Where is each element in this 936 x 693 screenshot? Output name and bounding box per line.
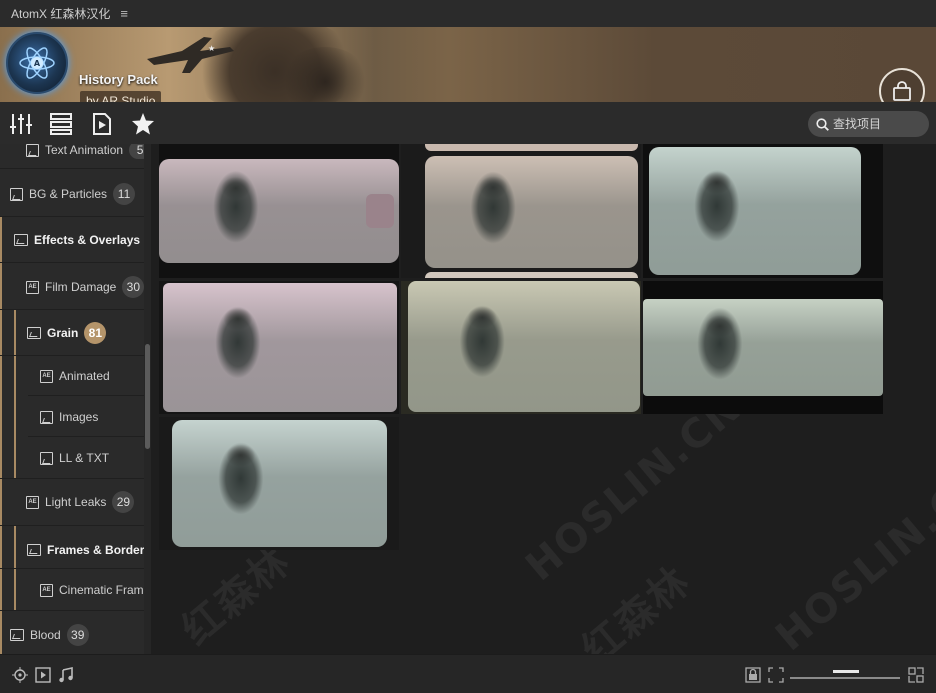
count-badge: 39: [66, 624, 89, 646]
pack-banner: ★ A History Pack by AR Studio: [0, 27, 936, 102]
folder-icon: [10, 187, 23, 201]
search-input[interactable]: [833, 117, 929, 131]
sidebar-item-cinematic-frames[interactable]: AE Cinematic Frames: [40, 578, 151, 602]
thumbnail-size-slider[interactable]: [790, 677, 900, 679]
asset-thumbnail[interactable]: [159, 417, 399, 550]
thumbnail-image: [649, 147, 861, 275]
sidebar-item-film-damage[interactable]: AE Film Damage 30: [26, 275, 145, 299]
count-badge: 30: [122, 276, 145, 298]
asset-grid: HOSLIN.CN HOSLIN.CN 红森林 红森林: [151, 144, 936, 654]
folder-icon: [26, 144, 39, 157]
divider: [0, 610, 145, 611]
thumbnail-image: [159, 159, 399, 263]
search-icon: [816, 117, 829, 131]
asset-thumbnail[interactable]: [643, 144, 883, 278]
thumbnail-image: [163, 283, 397, 412]
film-frame-edge: [425, 272, 638, 278]
divider: [0, 309, 145, 310]
star-icon[interactable]: [130, 111, 156, 137]
thumbnail-image: [643, 299, 883, 396]
count-badge: 11: [113, 183, 136, 205]
app-title: AtomX 红森林汉化: [11, 7, 111, 21]
hamburger-icon[interactable]: ≡: [120, 6, 128, 21]
atom-icon: A: [19, 47, 55, 79]
divider: [0, 168, 145, 169]
divider: [0, 568, 145, 569]
ae-file-icon: AE: [26, 495, 39, 509]
sidebar-item-animated[interactable]: AE Animated: [40, 364, 110, 388]
image-file-icon: [40, 410, 53, 424]
sidebar-item-images[interactable]: Images: [40, 405, 98, 429]
folder-open-icon: [14, 234, 28, 246]
divider: [28, 395, 145, 396]
divider: [0, 478, 145, 479]
thumbnail-image: [408, 281, 640, 412]
sidebar-item-bg-particles[interactable]: BG & Particles 11: [10, 182, 136, 206]
folder-open-icon: [27, 544, 41, 556]
tree-accent-line: [0, 216, 2, 654]
title-bar: AtomX 红森林汉化 ≡: [0, 0, 936, 27]
asset-thumbnail[interactable]: [401, 144, 641, 278]
atomx-logo: A: [6, 32, 68, 94]
asset-thumbnail[interactable]: [401, 281, 641, 414]
svg-text:★: ★: [208, 44, 215, 53]
divider: [0, 355, 145, 356]
divider: [0, 262, 145, 263]
sidebar-item-effects-overlays[interactable]: Effects & Overlays: [14, 228, 151, 252]
airplane-icon: ★: [147, 37, 234, 73]
watermark: HOSLIN.CN: [767, 453, 936, 654]
ae-file-icon: AE: [40, 583, 53, 597]
asset-thumbnail[interactable]: [643, 281, 883, 414]
tree-accent-line: [14, 310, 16, 478]
count-badge: 29: [112, 491, 135, 513]
mixer-icon[interactable]: [8, 111, 34, 137]
lock-icon[interactable]: [745, 667, 761, 683]
ae-file-icon: AE: [40, 369, 53, 383]
divider: [28, 436, 145, 437]
sidebar-item-text-animation[interactable]: Text Animation 5: [26, 144, 151, 159]
watermark: 红森林: [573, 557, 700, 654]
film-frame-edge: [425, 144, 638, 151]
fit-icon[interactable]: [768, 667, 784, 683]
watermark: HOSLIN.CN: [517, 383, 751, 591]
film-notch: [366, 194, 394, 228]
play-icon[interactable]: [35, 667, 51, 683]
thumbnail-image: [425, 156, 638, 268]
ae-file-icon: AE: [26, 280, 39, 294]
sidebar-scrollbar-thumb[interactable]: [145, 344, 150, 449]
sidebar-item-ll-txt[interactable]: LL & TXT: [40, 446, 109, 470]
target-icon[interactable]: [12, 667, 28, 683]
asset-thumbnail[interactable]: [159, 144, 399, 278]
sidebar-item-frames-borders[interactable]: Frames & Borders: [27, 538, 151, 562]
list-icon[interactable]: [48, 111, 74, 137]
shopping-bag-button[interactable]: [879, 68, 925, 102]
sidebar-item-blood[interactable]: Blood 39: [10, 623, 89, 647]
pack-title: History Pack: [79, 72, 158, 87]
media-icon[interactable]: [89, 111, 115, 137]
thumbnail-image: [172, 420, 387, 547]
count-badge: 81: [84, 322, 107, 344]
pack-author: by AR Studio: [80, 91, 162, 102]
folder-icon: [10, 629, 24, 641]
sidebar-item-grain[interactable]: Grain 81: [27, 321, 107, 345]
svg-text:A: A: [34, 59, 41, 68]
folder-open-icon: [27, 327, 41, 339]
divider: [0, 525, 145, 526]
music-icon[interactable]: [58, 667, 74, 683]
image-file-icon: [40, 451, 53, 465]
slider-handle[interactable]: [833, 670, 859, 673]
asset-thumbnail[interactable]: [159, 281, 399, 414]
status-bar: [0, 654, 936, 693]
search-box[interactable]: [808, 111, 929, 137]
toolbar: [0, 102, 936, 144]
category-sidebar: Text Animation 5 BG & Particles 11 Effec…: [0, 144, 151, 654]
sidebar-item-light-leaks[interactable]: AE Light Leaks 29: [26, 490, 135, 514]
expand-icon[interactable]: [908, 667, 924, 683]
shopping-bag-icon: [893, 81, 911, 101]
divider: [0, 216, 145, 217]
